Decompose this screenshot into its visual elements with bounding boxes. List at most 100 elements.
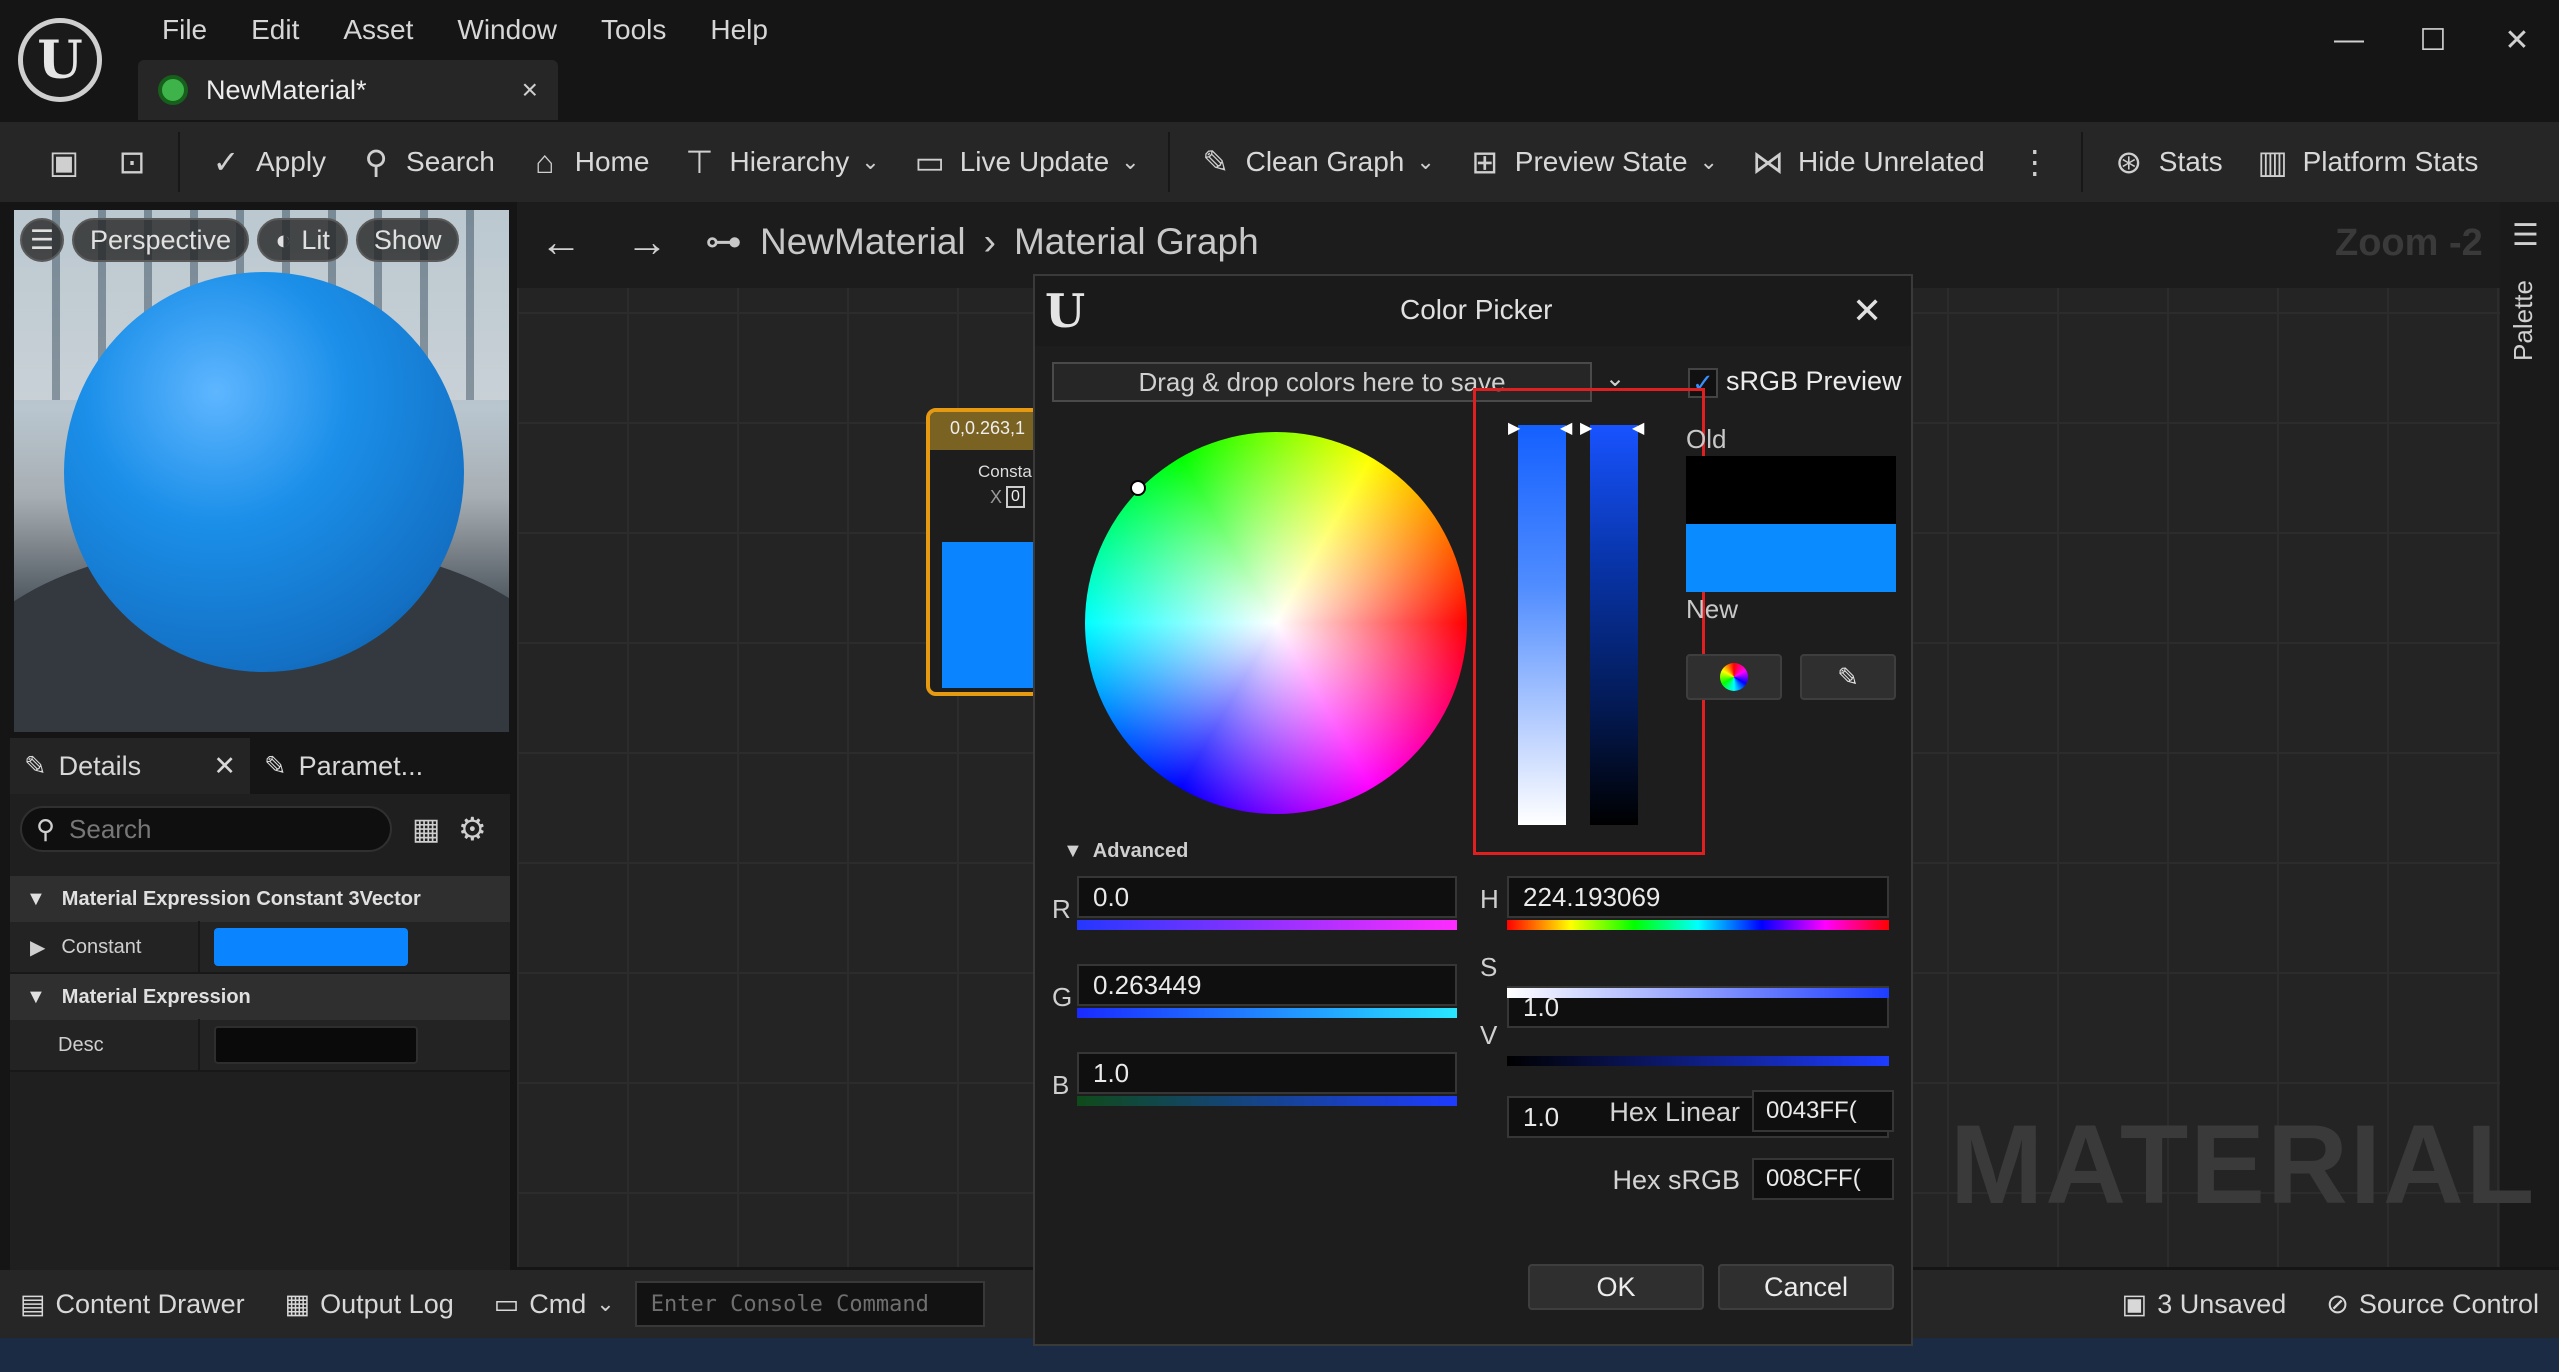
close-window-button[interactable]: ✕ [2475, 10, 2559, 70]
s-channel-gradient[interactable] [1507, 988, 1889, 998]
v-channel-gradient[interactable] [1507, 1056, 1889, 1066]
apply-button[interactable]: ✓ Apply [192, 122, 342, 202]
content-drawer-button[interactable]: ▤ Content Drawer [0, 1270, 265, 1338]
constant-color-swatch[interactable] [214, 928, 408, 966]
document-tab[interactable]: NewMaterial* × [138, 60, 558, 120]
tab-details[interactable]: ✎ Details ✕ [10, 738, 250, 794]
h-channel-input[interactable]: 224.193069 [1507, 876, 1889, 918]
advanced-toggle[interactable]: ▼ Advanced [1063, 840, 1188, 863]
eyedropper-button[interactable]: ✎ [1800, 654, 1896, 700]
menu-window[interactable]: Window [435, 10, 579, 50]
lit-sphere-icon: ◐ [275, 224, 292, 255]
r-channel-label: R [1052, 894, 1071, 924]
minimize-button[interactable]: — [2307, 10, 2391, 70]
viewport-menu-button[interactable]: ☰ [20, 218, 64, 262]
r-channel-gradient[interactable] [1077, 920, 1457, 930]
g-channel-input[interactable]: 0.263449 [1077, 964, 1457, 1006]
r-channel-input[interactable]: 0.0 [1077, 876, 1457, 918]
chevron-down-icon: ⌄ [1416, 149, 1435, 174]
hide-unrelated-button[interactable]: ⋈ Hide Unrelated [1734, 122, 2001, 202]
gear-icon[interactable]: ⚙ [458, 810, 487, 848]
lit-button[interactable]: ◐ Lit [257, 218, 348, 262]
perspective-button[interactable]: Perspective [72, 218, 250, 262]
back-arrow-icon[interactable]: ← [540, 218, 582, 266]
kebab-menu-icon: ⋮ [2018, 144, 2051, 180]
color-wheel-mode-button[interactable] [1686, 654, 1782, 700]
collapse-triangle-icon: ▼ [26, 887, 46, 910]
menu-edit[interactable]: Edit [229, 10, 321, 50]
hamburger-icon: ☰ [29, 224, 55, 255]
search-icon: ⚲ [36, 813, 56, 844]
breadcrumb-root[interactable]: NewMaterial [760, 221, 966, 263]
clean-graph-button[interactable]: ✎ Clean Graph ⌄ [1182, 122, 1451, 202]
b-channel-gradient[interactable] [1077, 1096, 1457, 1106]
close-tab-icon[interactable]: ✕ [213, 751, 236, 782]
node-x-value[interactable]: 0 [1006, 486, 1025, 508]
browse-folder-icon: ⊡ [118, 144, 146, 180]
unsaved-button[interactable]: ▣ 3 Unsaved [2102, 1270, 2307, 1338]
constant-3vector-node[interactable]: 0,0.263,1 Consta X 0 [926, 408, 1042, 696]
menu-asset[interactable]: Asset [321, 10, 435, 50]
menu-file[interactable]: File [140, 10, 229, 50]
apply-check-icon: ✓ [212, 144, 240, 180]
breadcrumb-child[interactable]: Material Graph [1014, 221, 1259, 263]
property-constant-label: Constant [61, 935, 142, 958]
tab-parameters[interactable]: ✎ Paramet... [250, 738, 437, 794]
stats-label: Stats [2158, 146, 2223, 177]
srgb-preview-label: sRGB Preview [1726, 366, 1902, 396]
close-tab-icon[interactable]: × [522, 74, 538, 106]
b-channel-input[interactable]: 1.0 [1077, 1052, 1457, 1094]
live-update-button[interactable]: ▭ Live Update ⌄ [896, 122, 1156, 202]
v-channel-label: V [1480, 1020, 1498, 1050]
table-view-icon[interactable]: ▦ [412, 812, 440, 847]
maximize-button[interactable]: ☐ [2391, 10, 2475, 70]
g-channel-gradient[interactable] [1077, 1008, 1457, 1018]
stats-icon: ⊛ [2115, 144, 2143, 180]
search-icon: ⚲ [364, 144, 388, 180]
console-command-input[interactable]: Enter Console Command [634, 1281, 985, 1327]
browse-button[interactable]: ⊡ [98, 122, 166, 202]
forward-arrow-icon[interactable]: → [626, 218, 668, 266]
window-controls: — ☐ ✕ [2307, 10, 2559, 70]
preview-state-button[interactable]: ⊞ Preview State ⌄ [1451, 122, 1734, 202]
show-button[interactable]: Show [355, 218, 460, 262]
highlight-annotation-box [1473, 388, 1705, 855]
stats-button[interactable]: ⊛ Stats [2095, 122, 2239, 202]
source-control-button[interactable]: ⊘ Source Control [2306, 1270, 2559, 1338]
toolbar-divider [2080, 132, 2083, 192]
details-search-input[interactable]: ⚲ Search [20, 806, 392, 852]
hierarchy-button[interactable]: ⊤ Hierarchy ⌄ [665, 122, 895, 202]
section-constant-3vector-label: Material Expression Constant 3Vector [61, 887, 421, 910]
section-material-expression[interactable]: ▼ Material Expression [10, 974, 510, 1020]
unreal-logo-icon[interactable]: U [18, 18, 102, 102]
ok-button[interactable]: OK [1528, 1264, 1704, 1310]
color-wheel-marker[interactable] [1130, 480, 1146, 496]
close-dialog-icon[interactable]: ✕ [1852, 290, 1882, 332]
cmd-dropdown[interactable]: ▭ Cmd ⌄ [474, 1270, 635, 1338]
chevron-down-icon: ⌄ [1699, 149, 1718, 174]
hex-linear-input[interactable]: 0043FF( [1752, 1090, 1894, 1132]
new-color-label: New [1686, 594, 1739, 624]
section-constant-3vector[interactable]: ▼ Material Expression Constant 3Vector [10, 876, 510, 922]
hex-srgb-input[interactable]: 008CFF( [1752, 1158, 1894, 1200]
h-channel-gradient[interactable] [1507, 920, 1889, 930]
preview-state-icon: ⊞ [1471, 144, 1499, 180]
preview-viewport[interactable]: ☰ Perspective ◐Lit Show Z Y X [14, 210, 509, 732]
palette-tab[interactable]: Palette [2508, 280, 2539, 361]
home-button[interactable]: ⌂ Home [511, 122, 666, 202]
menu-help[interactable]: Help [688, 10, 790, 50]
save-button[interactable]: ▣ [30, 122, 98, 202]
cancel-button[interactable]: Cancel [1718, 1264, 1894, 1310]
list-icon[interactable]: ☰ [2512, 218, 2539, 253]
menu-tools[interactable]: Tools [579, 10, 688, 50]
breadcrumb-separator-icon: › [983, 220, 996, 262]
platform-stats-button[interactable]: ▥ Platform Stats [2239, 122, 2495, 202]
s-channel-label: S [1480, 952, 1498, 982]
output-log-button[interactable]: ▦ Output Log [265, 1270, 474, 1338]
desc-text-field[interactable] [214, 1026, 418, 1064]
color-wheel-icon [1720, 663, 1748, 691]
search-button[interactable]: ⚲ Search [342, 122, 511, 202]
expand-triangle-icon[interactable]: ▶ [30, 935, 45, 960]
color-picker-title: Color Picker [1400, 294, 1553, 325]
more-options-button[interactable]: ⋮ [2001, 122, 2069, 202]
